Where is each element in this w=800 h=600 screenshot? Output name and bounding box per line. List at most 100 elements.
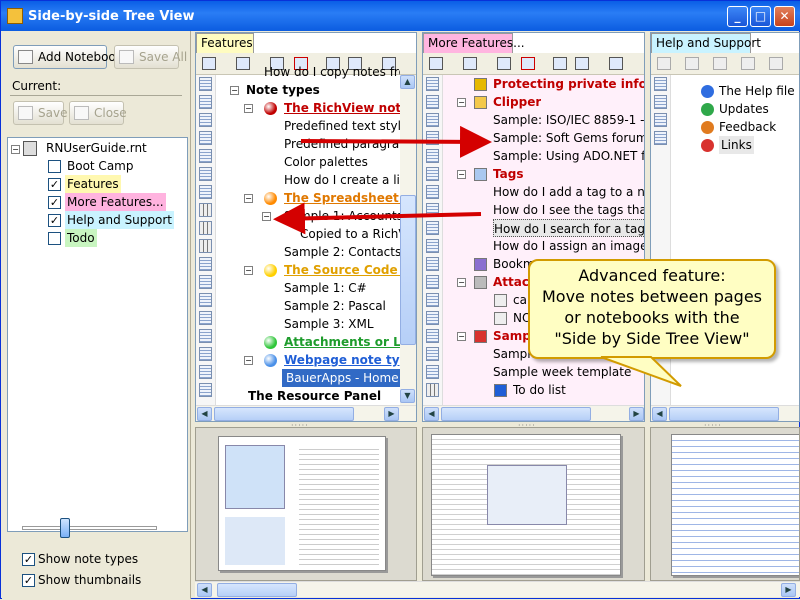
tree-note-item[interactable]: Feedback xyxy=(719,118,776,136)
tree-note-item[interactable]: Predefined paragraph s xyxy=(284,135,400,153)
tree-page-item[interactable]: Features xyxy=(65,175,121,193)
scroll-right-button[interactable]: ▶ xyxy=(629,407,644,421)
tab-more-features[interactable]: More Features... xyxy=(423,33,525,53)
tree-note-item[interactable]: Sample: Using ADO.NET for beg xyxy=(493,147,644,165)
add-note-icon[interactable] xyxy=(657,57,671,70)
collapse-toggle[interactable]: − xyxy=(244,194,253,203)
tree-note-item[interactable]: Predefined text styles xyxy=(284,117,400,135)
tree-note-item[interactable]: The Spreadsheet not xyxy=(284,189,400,207)
slider-thumb[interactable] xyxy=(60,518,70,538)
page-checkbox[interactable]: ✓ xyxy=(48,214,61,227)
tree-note-item[interactable]: Color palettes xyxy=(284,153,368,171)
tree-note-item[interactable]: Updates xyxy=(719,100,769,118)
tab-help-support[interactable]: Help and Support xyxy=(651,33,761,53)
scroll-down-button[interactable]: ▼ xyxy=(400,389,415,403)
delete-note-icon[interactable] xyxy=(521,57,535,70)
scroll-left-button[interactable]: ◀ xyxy=(652,407,667,421)
vertical-scrollbar[interactable]: ▲ ▼ xyxy=(400,75,416,405)
tree-note-item[interactable]: Sample week template xyxy=(493,363,631,381)
horizontal-scrollbar[interactable]: ◀ ▶ xyxy=(196,405,416,421)
thumbnail-scrollbar[interactable]: ◀ ▶ xyxy=(195,581,800,597)
notebook-tree[interactable]: − RNUserGuide.rnt Boot Camp ✓ Features ✓ Mor… xyxy=(7,137,188,532)
tree-page-item[interactable]: Todo xyxy=(65,229,97,247)
tree-note-item[interactable]: Sample 3: XML xyxy=(284,315,374,333)
tree-note-item[interactable]: Tags xyxy=(493,165,523,183)
page-checkbox[interactable]: ✓ xyxy=(48,178,61,191)
scroll-left-button[interactable]: ◀ xyxy=(197,407,212,421)
tree-note-item[interactable]: Copied to a RichView xyxy=(300,225,400,243)
tree-note-item[interactable]: Clipper xyxy=(493,93,541,111)
tree-note-item[interactable]: How do I create a link to xyxy=(284,171,400,189)
maximize-button[interactable]: □ xyxy=(750,6,771,27)
thumbnail-panel-1[interactable] xyxy=(195,427,417,581)
tree-note-item[interactable]: BauerApps - Home of Co xyxy=(282,369,400,387)
add-child-icon[interactable] xyxy=(236,57,250,70)
scroll-thumb[interactable] xyxy=(400,195,416,345)
thumbnail-size-slider[interactable] xyxy=(22,518,157,538)
tree-note-item[interactable]: The Resource Panel xyxy=(248,387,381,405)
scroll-thumb[interactable] xyxy=(217,583,297,597)
collapse-toggle[interactable]: − xyxy=(11,145,20,154)
move-note-icon[interactable] xyxy=(497,57,511,70)
save-button[interactable]: Save xyxy=(13,101,67,125)
page-checkbox[interactable] xyxy=(48,232,61,245)
tree-note-item[interactable]: Sample 2: Pascal xyxy=(284,297,386,315)
scroll-left-button[interactable]: ◀ xyxy=(424,407,439,421)
tree-note-item[interactable]: How do I add a tag to a note? xyxy=(493,183,644,201)
tree-note-item[interactable]: How do I assign an image to a t xyxy=(493,237,644,255)
scroll-thumb[interactable] xyxy=(669,407,779,421)
tree-page-item[interactable]: Boot Camp xyxy=(65,157,135,175)
tree-note-item[interactable]: Sample: Soft Gems forum :: Vie xyxy=(493,129,644,147)
add-child-icon[interactable] xyxy=(463,57,477,70)
scroll-right-button[interactable]: ▶ xyxy=(781,583,796,597)
scroll-left-button[interactable]: ◀ xyxy=(197,583,212,597)
collapse-toggle[interactable]: − xyxy=(457,170,466,179)
move-down-icon[interactable] xyxy=(575,57,589,70)
tree-note-item[interactable]: The Source Code not xyxy=(284,261,400,279)
show-thumbnails-checkbox[interactable]: ✓ xyxy=(22,574,35,587)
tab-features[interactable]: Features xyxy=(196,33,254,53)
add-note-icon[interactable] xyxy=(429,57,443,70)
move-up-icon[interactable] xyxy=(769,57,783,70)
collapse-toggle[interactable]: − xyxy=(244,104,253,113)
tree-note-item[interactable]: Sample: ISO/IEC 8859-1 - Wikip xyxy=(493,111,644,129)
thumbnail-panel-2[interactable] xyxy=(422,427,645,581)
save-all-button[interactable]: Save All xyxy=(114,45,187,69)
add-child-icon[interactable] xyxy=(685,57,699,70)
tree-page-item[interactable]: More Features... xyxy=(65,193,166,211)
delete-note-icon[interactable] xyxy=(741,57,755,70)
horizontal-scrollbar[interactable]: ◀ xyxy=(651,405,799,421)
tree-note-item[interactable]: How do I copy notes from o xyxy=(264,63,400,81)
tree-note-item[interactable]: Sample 1: Accounts 200 xyxy=(284,207,400,225)
tree-note-item[interactable]: How do I see the tags that hav xyxy=(493,201,644,219)
tree-note-item[interactable]: The RichView note ty xyxy=(284,99,400,117)
move-note-icon[interactable] xyxy=(713,57,727,70)
tree-note-item[interactable]: Protecting private informa xyxy=(493,75,644,93)
note-thumbnail[interactable] xyxy=(218,436,386,571)
collapse-toggle[interactable]: − xyxy=(457,332,466,341)
collapse-toggle[interactable]: − xyxy=(244,356,253,365)
collapse-toggle[interactable]: − xyxy=(262,212,271,221)
collapse-toggle[interactable]: − xyxy=(230,86,239,95)
collapse-toggle[interactable]: − xyxy=(457,98,466,107)
close-notebook-button[interactable]: Close xyxy=(69,101,127,125)
scroll-up-button[interactable]: ▲ xyxy=(400,75,415,89)
tree-note-item[interactable]: Links xyxy=(719,136,754,154)
tree-page-item[interactable]: Help and Support xyxy=(65,211,174,229)
page-checkbox[interactable] xyxy=(48,160,61,173)
tree-note-item[interactable]: Attachments or Link xyxy=(284,333,400,351)
tree-note-item[interactable]: Webpage note type xyxy=(284,351,400,369)
show-note-types-checkbox[interactable]: ✓ xyxy=(22,553,35,566)
page-checkbox[interactable]: ✓ xyxy=(48,196,61,209)
close-button[interactable]: ✕ xyxy=(774,6,795,27)
note-thumbnail[interactable] xyxy=(431,434,621,576)
scroll-thumb[interactable] xyxy=(214,407,354,421)
note-thumbnail[interactable] xyxy=(671,434,799,576)
scroll-thumb[interactable] xyxy=(441,407,591,421)
view-icon[interactable] xyxy=(609,57,623,70)
tree-note-item[interactable]: Sample 1: C# xyxy=(284,279,367,297)
collapse-toggle[interactable]: − xyxy=(457,278,466,287)
tree-note-item[interactable]: Sample 2: Contacts xyxy=(284,243,400,261)
minimize-button[interactable]: _ xyxy=(727,6,748,27)
add-notebook-button[interactable]: Add Notebook xyxy=(13,45,123,69)
